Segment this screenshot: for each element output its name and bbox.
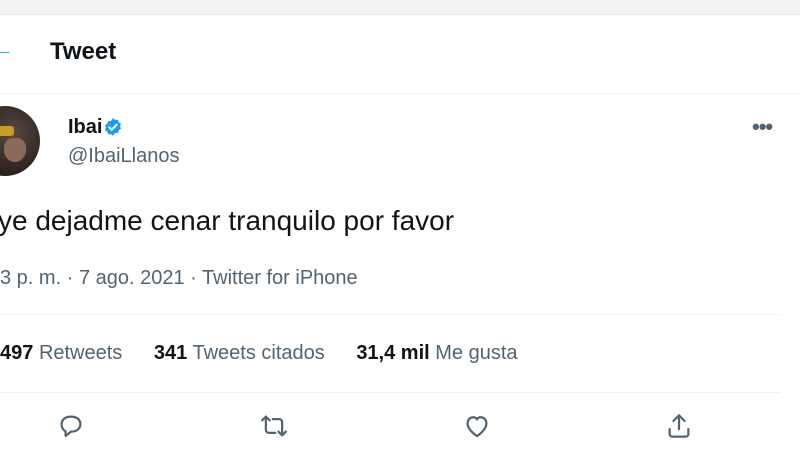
likes-label: Me gusta [435,342,518,364]
likes-count: 31,4 mil [356,342,430,364]
tweet-time[interactable]: 3 p. m. [0,267,61,289]
verified-badge-icon [105,118,121,136]
reply-button[interactable] [56,411,86,441]
retweet-icon [261,415,287,437]
avatar[interactable] [0,106,40,176]
back-arrow-icon[interactable]: ← [0,38,14,60]
share-icon [668,414,690,438]
tweet-meta: 3 p. m. · 7 ago. 2021 · Twitter for iPho… [0,267,358,290]
like-button[interactable] [462,411,492,441]
retweets-count: 497 [0,342,34,364]
user-handle[interactable]: @IbaiLlanos [68,145,179,168]
header-divider [0,93,800,94]
share-button[interactable] [664,411,694,441]
meta-divider [0,314,780,315]
avatar-face [4,138,26,162]
retweet-button[interactable] [259,411,289,441]
tweet-date[interactable]: 7 ago. 2021 [79,267,185,289]
display-name[interactable]: Ibai [68,116,102,139]
reply-icon [60,415,82,437]
retweets-label: Retweets [38,342,123,364]
tweet-source[interactable]: Twitter for iPhone [202,267,358,289]
more-icon[interactable]: ••• [752,114,773,140]
heart-icon [466,416,488,438]
page-title: Tweet [50,38,117,65]
retweets-stat[interactable]: 497 Retweets [0,342,122,365]
meta-separator: · [190,267,197,289]
tweet-stats: 497 Retweets 341 Tweets citados 31,4 mil… [0,342,544,365]
quotes-stat[interactable]: 341 Tweets citados [154,342,325,365]
quotes-count: 341 [153,342,188,364]
tweet-text: ye dejadme cenar tranquilo por favor [0,205,455,236]
stats-divider [0,392,780,393]
quotes-label: Tweets citados [192,342,325,364]
meta-separator: · [66,267,74,289]
avatar-glasses [0,126,14,136]
top-strip [0,0,800,15]
likes-stat[interactable]: 31,4 mil Me gusta [356,342,517,365]
